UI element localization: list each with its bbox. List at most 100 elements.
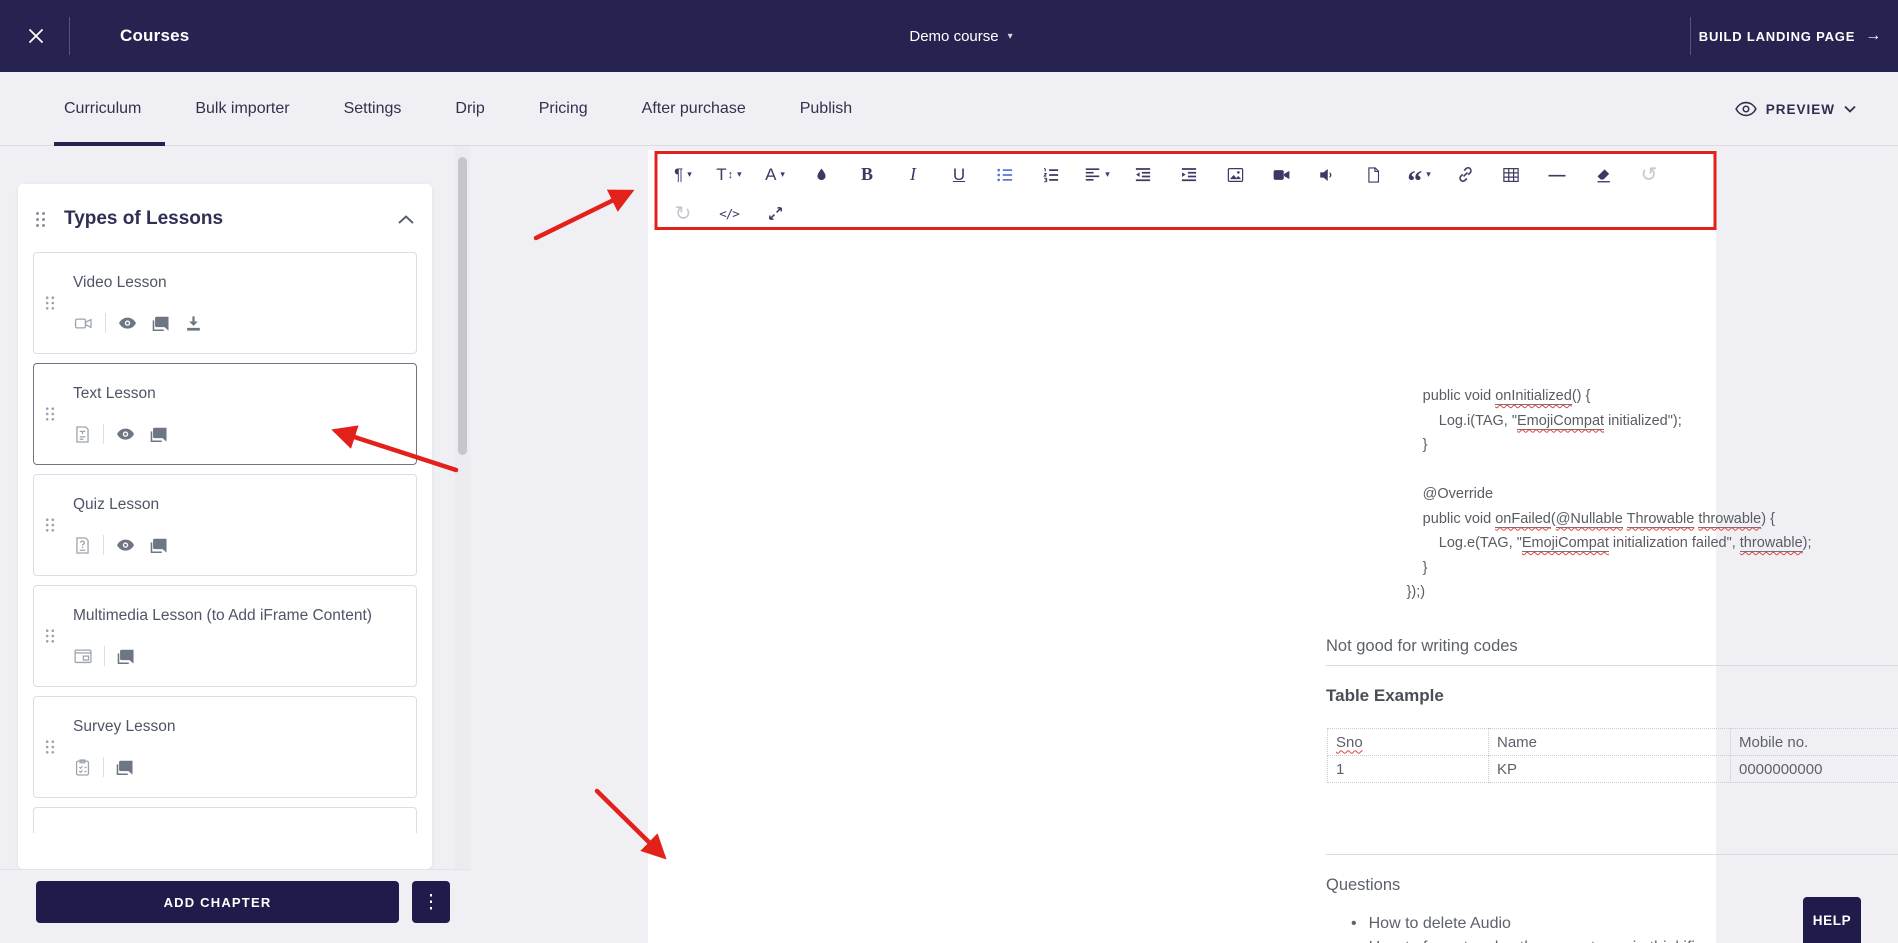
comment-icon[interactable] bbox=[115, 758, 135, 777]
comment-icon[interactable] bbox=[149, 536, 169, 555]
table-header-row: SnoNameMobile no.email bbox=[1327, 728, 1898, 756]
font-color-button[interactable]: A ▾ bbox=[760, 160, 790, 190]
tabbar: Curriculum Bulk importer Settings Drip Prici… bbox=[0, 72, 1898, 146]
code-line: public void onInitialized() { bbox=[1326, 388, 1591, 405]
insert-image-button[interactable] bbox=[1220, 160, 1250, 190]
code-view-button[interactable]: </> bbox=[714, 198, 744, 228]
eye-icon[interactable] bbox=[117, 314, 138, 333]
table-row: 1KP0000000000hello@kripeshadwani.com bbox=[1327, 755, 1898, 783]
code-line: Log.e(TAG, "EmojiCompat initialization f… bbox=[1326, 535, 1812, 552]
arrow-right-icon: → bbox=[1865, 27, 1882, 44]
ordered-list-button[interactable] bbox=[1036, 160, 1066, 190]
icon-divider bbox=[103, 757, 104, 777]
close-button[interactable] bbox=[22, 22, 50, 50]
icon-divider bbox=[105, 313, 106, 333]
lesson-icons bbox=[73, 424, 404, 464]
chapter-menu-button[interactable]: ⋮ bbox=[412, 881, 450, 923]
table-header-cell[interactable]: Mobile no. bbox=[1730, 728, 1898, 756]
outdent-button[interactable] bbox=[1128, 160, 1158, 190]
tab-bulk-importer[interactable]: Bulk importer bbox=[195, 72, 289, 146]
lesson-card-video-lesson[interactable]: Video Lesson bbox=[33, 252, 417, 354]
eye-icon[interactable] bbox=[115, 536, 136, 555]
eraser-button[interactable] bbox=[1588, 160, 1618, 190]
tab-settings[interactable]: Settings bbox=[344, 72, 402, 146]
collapse-chapter-button[interactable] bbox=[398, 214, 414, 224]
help-button[interactable]: HELP bbox=[1803, 897, 1861, 943]
insert-table-button[interactable] bbox=[1496, 160, 1526, 190]
chapter-header[interactable]: Types of Lessons bbox=[18, 184, 432, 248]
caret-down-icon: ▾ bbox=[687, 169, 692, 179]
course-selector-label: Demo course bbox=[909, 27, 999, 45]
horizontal-rule bbox=[1326, 665, 1898, 666]
horizontal-rule bbox=[1326, 854, 1898, 855]
caret-down-icon: ▾ bbox=[1105, 169, 1110, 179]
table-cell[interactable]: 0000000000 bbox=[1730, 755, 1898, 783]
iframe-window-icon bbox=[73, 647, 93, 666]
comment-icon[interactable] bbox=[151, 314, 171, 333]
drag-handle-icon[interactable] bbox=[45, 407, 55, 422]
course-builder-app: Courses Demo course ▾ BUILD LANDING PAGE… bbox=[0, 0, 1898, 943]
table-cell[interactable]: 1 bbox=[1327, 755, 1489, 783]
drag-handle-icon[interactable] bbox=[45, 296, 55, 311]
italic-button[interactable]: I bbox=[898, 160, 928, 190]
drag-handle-icon[interactable] bbox=[45, 518, 55, 533]
underline-button[interactable]: U bbox=[944, 160, 974, 190]
highlight-button[interactable] bbox=[806, 160, 836, 190]
quiz-doc-icon bbox=[73, 536, 92, 555]
paragraph-format-button[interactable]: ¶ ▾ bbox=[668, 160, 698, 190]
comment-icon[interactable] bbox=[116, 647, 136, 666]
add-chapter-button[interactable]: ADD CHAPTER bbox=[36, 881, 399, 923]
toolbar-row-1: ¶ ▾ T ↕ ▾ A ▾ B I U ▾ “▾ — ↺ bbox=[656, 152, 1715, 197]
lesson-card-text-lesson[interactable]: Text Lesson bbox=[33, 363, 417, 465]
table-header-cell[interactable]: Sno bbox=[1327, 728, 1489, 756]
eye-icon[interactable] bbox=[115, 425, 136, 444]
tab-publish[interactable]: Publish bbox=[800, 72, 852, 146]
tab-drip[interactable]: Drip bbox=[455, 72, 484, 146]
caret-down-icon: ▾ bbox=[1426, 169, 1431, 179]
fullscreen-button[interactable] bbox=[760, 198, 790, 228]
undo-button[interactable]: ↺ bbox=[1634, 160, 1664, 190]
annotation-arrow-toolbar bbox=[533, 189, 635, 241]
course-selector[interactable]: Demo course ▾ bbox=[909, 0, 1012, 72]
lesson-icons bbox=[73, 646, 404, 686]
table-header-cell[interactable]: Name bbox=[1488, 728, 1731, 756]
preview-button[interactable]: PREVIEW bbox=[1734, 72, 1856, 146]
unordered-list-button[interactable] bbox=[990, 160, 1020, 190]
redo-button[interactable]: ↻ bbox=[668, 198, 698, 228]
lesson-list: Video Lesson Text Lesson Quiz Lesson Multim… bbox=[18, 248, 432, 833]
indent-button[interactable] bbox=[1174, 160, 1204, 190]
tab-pricing[interactable]: Pricing bbox=[539, 72, 588, 146]
tab-after-purchase[interactable]: After purchase bbox=[642, 72, 746, 146]
drag-handle-icon[interactable] bbox=[45, 629, 55, 644]
drag-handle-icon[interactable] bbox=[45, 740, 55, 755]
comment-icon[interactable] bbox=[149, 425, 169, 444]
eye-preview-icon bbox=[1734, 101, 1757, 117]
insert-video-button[interactable] bbox=[1266, 160, 1296, 190]
lesson-card-multimedia-lesson[interactable]: Multimedia Lesson (to Add iFrame Content… bbox=[33, 585, 417, 687]
lesson-card-survey-lesson[interactable]: Survey Lesson bbox=[33, 696, 417, 798]
lesson-card-quiz-lesson[interactable]: Quiz Lesson bbox=[33, 474, 417, 576]
editor-panel[interactable]: public void onInitialized() { Log.i(TAG,… bbox=[648, 150, 1898, 943]
lesson-card-partial[interactable] bbox=[33, 807, 417, 833]
bold-button[interactable]: B bbox=[852, 160, 882, 190]
text-doc-icon bbox=[73, 425, 92, 444]
insert-audio-button[interactable] bbox=[1312, 160, 1342, 190]
font-size-button[interactable]: T ↕ ▾ bbox=[714, 160, 744, 190]
insert-link-button[interactable] bbox=[1450, 160, 1480, 190]
questions-list: How to delete AudioHow to format codes t… bbox=[1351, 912, 1703, 943]
table-cell[interactable]: KP bbox=[1488, 755, 1731, 783]
code-line: public void onFailed(@Nullable Throwable… bbox=[1326, 510, 1775, 528]
quote-button[interactable]: “▾ bbox=[1404, 160, 1434, 196]
download-icon[interactable] bbox=[184, 314, 203, 333]
content-table[interactable]: SnoNameMobile no.email 1KP0000000000hell… bbox=[1327, 728, 1898, 783]
code-line: } bbox=[1326, 559, 1428, 576]
survey-clipboard-icon bbox=[73, 758, 92, 777]
build-landing-page-label: BUILD LANDING PAGE bbox=[1698, 28, 1856, 44]
align-button[interactable]: ▾ bbox=[1082, 160, 1112, 190]
sidebar-scrollbar-thumb[interactable] bbox=[458, 157, 467, 455]
drag-handle-icon[interactable] bbox=[35, 211, 46, 228]
insert-file-button[interactable] bbox=[1358, 160, 1388, 190]
horizontal-line-button[interactable]: — bbox=[1542, 160, 1572, 190]
build-landing-page-button[interactable]: BUILD LANDING PAGE → bbox=[1699, 0, 1882, 72]
tab-curriculum[interactable]: Curriculum bbox=[53, 72, 166, 146]
